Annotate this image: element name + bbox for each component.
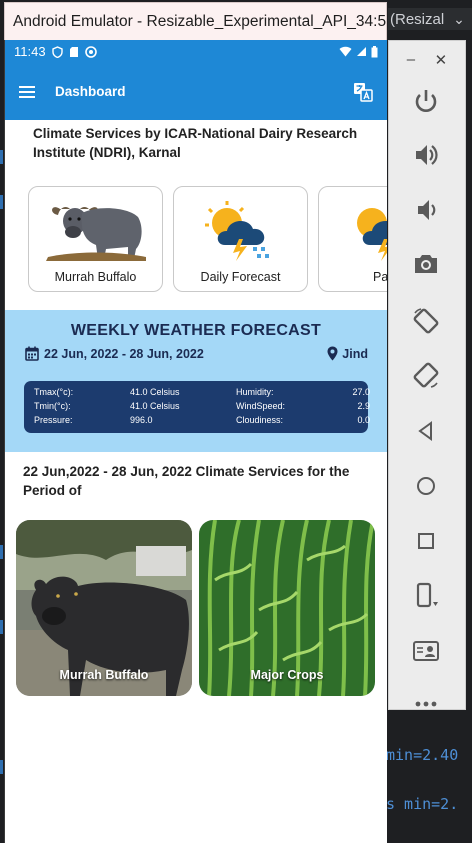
- volume-up-icon: [416, 145, 438, 165]
- stat-label: WindSpeed:: [236, 401, 286, 411]
- card-past[interactable]: Past: [318, 186, 387, 292]
- shield-icon: [51, 45, 63, 58]
- stat-label: Tmin(°c):: [34, 401, 71, 411]
- sd-card-icon: [69, 46, 78, 57]
- stat-value: 41.0 Celsius: [130, 387, 180, 397]
- weather-icon: [356, 208, 387, 261]
- calendar-icon: [25, 346, 39, 361]
- more-icon: [415, 701, 437, 707]
- screenshot-button[interactable]: [408, 246, 444, 282]
- weekly-title: WEEKLY WEATHER FORECAST: [70, 322, 322, 339]
- ide-tab-label: (Resizal: [390, 10, 445, 28]
- status-bar: 11:43: [5, 40, 387, 63]
- close-icon[interactable]: ✕: [435, 51, 448, 71]
- tile-murrah-buffalo[interactable]: Murrah Buffalo: [16, 520, 192, 696]
- ide-gutter-mark: [0, 760, 3, 774]
- emulator-title-bar[interactable]: Android Emulator - Resizable_Experimenta…: [4, 2, 387, 40]
- stat-value: 996.0: [130, 415, 153, 425]
- stat-value: 0.0: [357, 415, 370, 425]
- snapshot-button[interactable]: [408, 633, 444, 669]
- ide-code-line: s min=2.: [386, 795, 459, 813]
- more-button[interactable]: [408, 686, 444, 722]
- stat-label: Humidity:: [236, 387, 274, 397]
- weather-icon: [204, 201, 269, 261]
- wifi-icon: [339, 46, 352, 57]
- power-button[interactable]: [408, 83, 444, 119]
- card-label: Murrah Buffalo: [54, 270, 137, 284]
- card-daily-forecast[interactable]: Daily Forecast: [173, 186, 308, 292]
- location-pin-icon: [327, 346, 338, 361]
- status-time: 11:43: [14, 44, 46, 59]
- service-tiles: Murrah Buffalo Major Crops: [5, 520, 387, 696]
- phone-screen: 11:43 Dashboard Climate Services by ICAR…: [4, 40, 387, 843]
- back-icon: [418, 421, 432, 441]
- emulator-title: Android Emulator - Resizable_Experimenta…: [13, 12, 387, 30]
- emulator-toolbar: – ✕: [388, 40, 466, 710]
- rotate-right-button[interactable]: [408, 357, 444, 393]
- signal-icon: [357, 47, 366, 56]
- stat-value: 41.0 Celsius: [130, 401, 180, 411]
- fold-button[interactable]: [408, 578, 444, 614]
- ide-code-line: min=2.40: [386, 746, 459, 764]
- location-text: Jind: [342, 346, 368, 361]
- intro-text: Climate Services by ICAR-National Dairy …: [33, 126, 358, 160]
- tile-label: Major Crops: [250, 668, 324, 682]
- app-bar-title: Dashboard: [55, 84, 126, 99]
- card-label: Daily Forecast: [200, 270, 281, 284]
- volume-down-icon: [418, 200, 436, 220]
- battery-icon: [371, 45, 378, 57]
- rotate-left-button[interactable]: [408, 303, 444, 339]
- device-icon: [416, 582, 438, 608]
- home-button[interactable]: [408, 468, 444, 504]
- stat-label: Cloudiness:: [236, 415, 284, 425]
- tile-major-crops[interactable]: Major Crops: [199, 520, 375, 696]
- period-text: 22 Jun,2022 - 28 Jun, 2022 Climate Servi…: [23, 464, 350, 498]
- power-icon: [415, 90, 437, 112]
- home-icon: [417, 477, 435, 495]
- weather-stats: Tmax(°c): 41.0 Celsius Humidity: 27.0 Tm…: [24, 381, 370, 433]
- chevron-down-icon[interactable]: ⌄: [446, 11, 472, 28]
- stat-value: 2.9: [357, 401, 370, 411]
- date-range-text: 22 Jun, 2022 - 28 Jun, 2022: [44, 346, 204, 361]
- ide-gutter-mark: [0, 620, 3, 634]
- camera-icon: [415, 255, 437, 273]
- ide-tab[interactable]: (Resizal ⌄: [388, 8, 472, 30]
- buffalo-icon: [45, 207, 146, 261]
- ide-gutter-mark: [0, 195, 3, 209]
- minimize-icon[interactable]: –: [407, 51, 415, 71]
- menu-icon[interactable]: [19, 85, 35, 98]
- volume-down-button[interactable]: [408, 192, 444, 228]
- translate-icon[interactable]: [353, 82, 373, 102]
- rotate-left-icon: [413, 308, 439, 334]
- stat-label: Pressure:: [34, 415, 73, 425]
- overview-icon: [418, 533, 434, 549]
- overview-button[interactable]: [408, 523, 444, 559]
- back-button[interactable]: [408, 413, 444, 449]
- service-cards: Murrah Buffalo Daily Forecast Pa: [5, 186, 387, 292]
- stat-value: 27.0: [352, 387, 370, 397]
- app-bar: Dashboard: [5, 63, 387, 120]
- sync-icon: [84, 45, 97, 58]
- weekly-forecast-panel: WEEKLY WEATHER FORECAST 22 Jun, 2022 - 2…: [5, 310, 387, 452]
- card-label: Past: [372, 270, 387, 284]
- stat-label: Tmax(°c):: [34, 387, 74, 397]
- ide-gutter-mark: [0, 545, 3, 559]
- snapshot-icon: [413, 641, 439, 661]
- rotate-right-icon: [413, 362, 439, 388]
- tile-label: Murrah Buffalo: [59, 668, 149, 682]
- card-murrah-buffalo[interactable]: Murrah Buffalo: [28, 186, 163, 292]
- location[interactable]: Jind: [327, 346, 368, 361]
- ide-gutter-mark: [0, 150, 3, 164]
- date-range: 22 Jun, 2022 - 28 Jun, 2022: [25, 346, 204, 361]
- volume-up-button[interactable]: [408, 137, 444, 173]
